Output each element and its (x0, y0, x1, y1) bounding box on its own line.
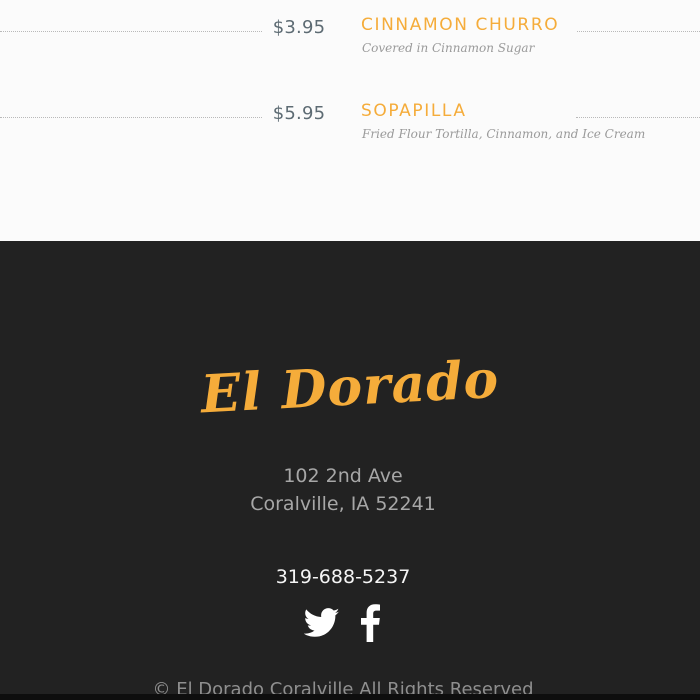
item-description: Covered in Cinnamon Sugar (362, 41, 535, 55)
item-name: CINNAMON CHURRO (361, 15, 560, 35)
item-name: SOPAPILLA (361, 101, 467, 121)
footer: El Dorado 102 2nd Ave Coralville, IA 522… (0, 241, 700, 700)
item-price: $5.95 (272, 103, 326, 124)
twitter-link[interactable] (303, 604, 341, 642)
phone-link[interactable]: 319-688-5237 (0, 566, 686, 588)
dotted-leader-left (0, 31, 262, 32)
menu-item: $3.95 CINNAMON CHURRO Covered in Cinnamo… (0, 14, 700, 74)
address-city: Coralville, IA 52241 (250, 493, 436, 515)
dotted-leader-right (577, 31, 700, 32)
brand-logo-text: El Dorado (199, 348, 501, 426)
dotted-leader-left (0, 117, 262, 118)
item-description: Fried Flour Tortilla, Cinnamon, and Ice … (362, 127, 646, 141)
item-price: $3.95 (272, 17, 326, 38)
menu-section: $3.95 CINNAMON CHURRO Covered in Cinnamo… (0, 0, 700, 241)
address-street: 102 2nd Ave (283, 465, 403, 487)
twitter-icon (304, 608, 340, 637)
facebook-icon (361, 604, 380, 642)
facebook-link[interactable] (351, 604, 389, 642)
dotted-leader-right (576, 117, 700, 118)
bottom-scroll-bar (0, 694, 700, 700)
menu-item: $5.95 SOPAPILLA Fried Flour Tortilla, Ci… (0, 100, 700, 160)
